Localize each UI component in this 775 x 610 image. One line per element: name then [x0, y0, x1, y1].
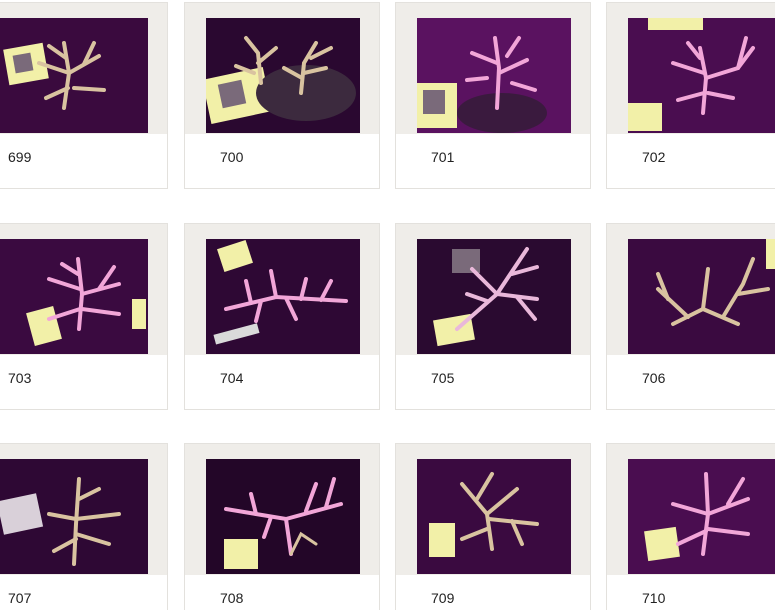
photo-frame	[607, 224, 775, 355]
coral-photo-icon	[0, 18, 148, 133]
coral-photo-icon	[0, 459, 148, 574]
photo-frame	[185, 3, 379, 134]
coral-frag-photo[interactable]	[417, 239, 571, 354]
coral-photo-icon	[206, 239, 360, 354]
item-number: 702	[642, 149, 666, 165]
coral-frag-photo[interactable]	[206, 18, 360, 133]
gallery-card[interactable]: 705	[395, 223, 591, 410]
gallery-card[interactable]: 710	[606, 443, 775, 610]
coral-photo-icon	[0, 239, 148, 354]
photo-frame	[185, 444, 379, 575]
item-number: 703	[8, 370, 32, 386]
photo-frame	[396, 444, 590, 575]
gallery-card[interactable]: 709	[395, 443, 591, 610]
coral-photo-icon	[628, 18, 775, 133]
coral-photo-icon	[206, 459, 360, 574]
photo-frame	[607, 3, 775, 134]
coral-frag-photo[interactable]	[206, 239, 360, 354]
coral-frag-photo[interactable]	[0, 18, 148, 133]
photo-frame	[0, 224, 167, 355]
photo-frame	[0, 3, 167, 134]
item-number: 706	[642, 370, 666, 386]
gallery-card[interactable]: 702	[606, 2, 775, 189]
coral-frag-photo[interactable]	[628, 459, 775, 574]
coral-photo-icon	[417, 459, 571, 574]
photo-frame	[396, 224, 590, 355]
gallery-card[interactable]: 708	[184, 443, 380, 610]
coral-frag-photo[interactable]	[417, 459, 571, 574]
photo-frame	[0, 444, 167, 575]
coral-frag-photo[interactable]	[417, 18, 571, 133]
coral-photo-icon	[206, 18, 360, 133]
coral-frag-photo[interactable]	[0, 239, 148, 354]
coral-photo-icon	[417, 18, 571, 133]
item-number: 701	[431, 149, 455, 165]
coral-frag-photo[interactable]	[206, 459, 360, 574]
gallery-card[interactable]: 703	[0, 223, 168, 410]
coral-photo-icon	[417, 239, 571, 354]
item-number: 709	[431, 590, 455, 606]
coral-photo-icon	[628, 459, 775, 574]
item-number: 699	[8, 149, 32, 165]
gallery-card[interactable]: 701	[395, 2, 591, 189]
item-number: 705	[431, 370, 455, 386]
coral-frag-gallery: 699 700 701 702 703 704 705 706 707 708 …	[0, 0, 775, 610]
item-number: 700	[220, 149, 244, 165]
gallery-card[interactable]: 706	[606, 223, 775, 410]
gallery-card[interactable]: 707	[0, 443, 168, 610]
gallery-card[interactable]: 704	[184, 223, 380, 410]
item-number: 704	[220, 370, 244, 386]
item-number: 708	[220, 590, 244, 606]
photo-frame	[396, 3, 590, 134]
coral-photo-icon	[628, 239, 775, 354]
photo-frame	[607, 444, 775, 575]
coral-frag-photo[interactable]	[628, 18, 775, 133]
item-number: 710	[642, 590, 666, 606]
item-number: 707	[8, 590, 32, 606]
gallery-card[interactable]: 700	[184, 2, 380, 189]
coral-frag-photo[interactable]	[0, 459, 148, 574]
coral-frag-photo[interactable]	[628, 239, 775, 354]
gallery-card[interactable]: 699	[0, 2, 168, 189]
photo-frame	[185, 224, 379, 355]
